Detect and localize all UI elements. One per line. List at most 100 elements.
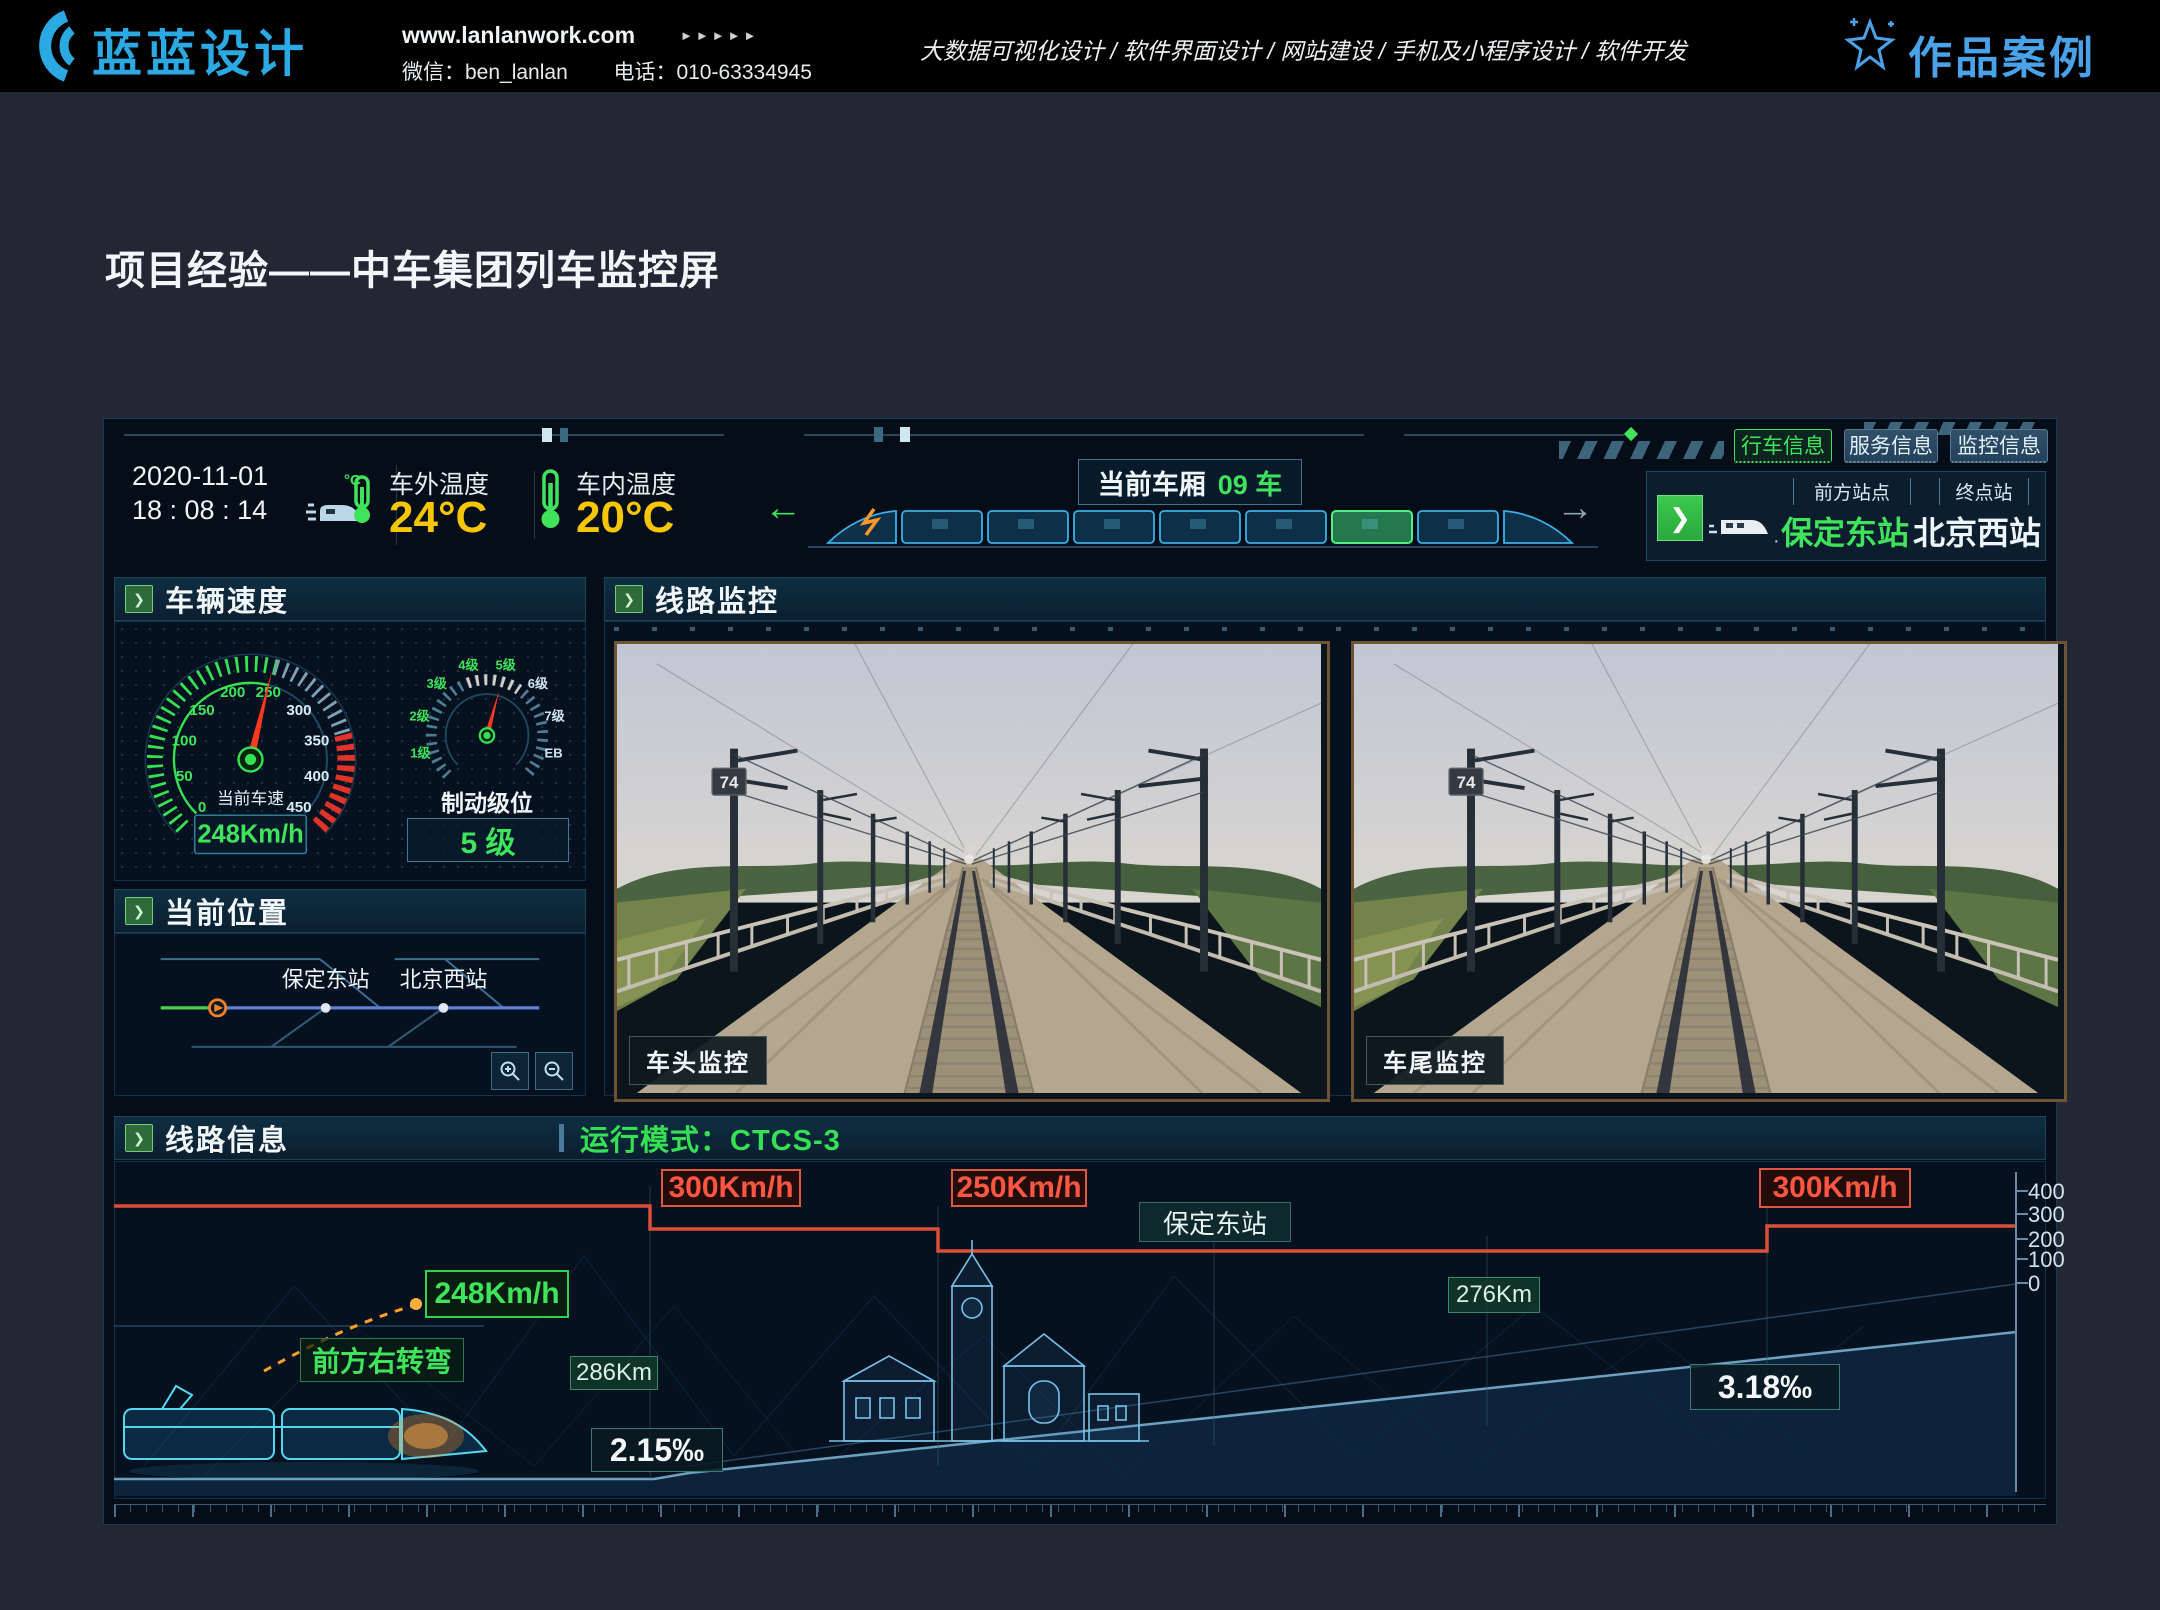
svg-text:300: 300 (286, 702, 311, 719)
panel-chevron-icon: ❯ (125, 585, 153, 613)
time-display: 18 : 08 : 14 (132, 493, 268, 527)
station-info-panel: ❯ · · · 前方站点 保定东站 · · · 终点站 北京西站 (1646, 471, 2046, 561)
svg-text:1级: 1级 (410, 746, 431, 761)
website-link[interactable]: www.lanlanwork.com (402, 22, 635, 49)
svg-text:保定东站: 保定东站 (282, 967, 370, 992)
inside-temp-value: 20°C (576, 493, 674, 543)
deco-line (1404, 434, 1624, 436)
train-wireframe-art (124, 1386, 486, 1480)
svg-text:6级: 6级 (528, 676, 549, 691)
km-marker-276: 276Km (1448, 1277, 1540, 1313)
brake-level-value: 5 级 (407, 818, 569, 862)
km-marker-286: 286Km (570, 1356, 658, 1390)
site-header: 蓝蓝设计 www.lanlanwork.com ►►►►► 微信：ben_lan… (0, 0, 2160, 92)
operation-mode: 运行模式：CTCS-3 (580, 1117, 841, 1159)
speed-panel-header: ❯ 车辆速度 (114, 577, 586, 621)
svg-text:150: 150 (189, 702, 214, 719)
zoom-in-icon (499, 1060, 521, 1082)
line-panel-title: 线路信息 (165, 1117, 289, 1159)
page-title: 项目经验——中车集团列车监控屏 (105, 238, 720, 296)
svg-text:50: 50 (176, 768, 193, 785)
next-station-label: 前方站点 (1793, 478, 1911, 505)
svg-text:当前车速: 当前车速 (217, 789, 284, 808)
terminal-station-label: 终点站 (1939, 478, 2029, 505)
tab-monitor-info[interactable]: 监控信息 (1950, 429, 2048, 463)
svg-text:5级: 5级 (495, 657, 516, 672)
carriage-label: 当前车厢 (1098, 463, 1206, 502)
portfolio-link[interactable]: 作品案例 (1908, 22, 2096, 86)
monitor-panel-title: 线路监控 (655, 578, 779, 620)
svg-text:3级: 3级 (426, 676, 447, 691)
outside-temp-value: 24°C (389, 493, 487, 543)
deco-diamond (1624, 427, 1638, 441)
elev-axis-0: 0 (2028, 1271, 2040, 1297)
brake-level-gauge: 1级 2级 3级 4级 5级 6级 7级 EB (397, 650, 577, 785)
train-monitor-dashboard: 2020-11-01 18 : 08 : 14 °C 车外温度 24°C 车内温… (103, 418, 2057, 1525)
deco-block (560, 428, 568, 442)
outside-temp-icon: °C (304, 469, 382, 531)
station-label-box: 保定东站 (1139, 1202, 1291, 1242)
deco-block (900, 427, 910, 442)
website-arrows-icon: ►►►►► (680, 28, 759, 43)
svg-text:400: 400 (304, 768, 329, 785)
svg-text:100: 100 (172, 733, 197, 750)
lanlan-logo-icon (16, 10, 84, 82)
terminal-station-value: 北京西站 (1907, 508, 2047, 554)
limit-box-300-2: 300Km/h (1759, 1168, 1911, 1208)
panel-chevron-icon: ❯ (125, 897, 153, 925)
train-carriages-graphic[interactable] (778, 499, 1628, 551)
head-camera-view[interactable]: 车头监控 (614, 641, 1330, 1102)
tab-service-info[interactable]: 服务信息 (1844, 429, 1938, 463)
brake-level-label: 制动级位 (407, 784, 567, 818)
tab-driving-info[interactable]: 行车信息 (1734, 429, 1832, 463)
position-panel-title: 当前位置 (165, 890, 289, 932)
next-station-value: 保定东站 (1775, 508, 1915, 554)
carriage-value: 09 车 (1218, 463, 1283, 502)
line-profile-graphic (114, 1166, 2046, 1496)
zoom-in-button[interactable] (491, 1052, 529, 1090)
monitor-panel-header: ❯ 线路监控 (604, 577, 2046, 621)
current-speed-box: 248Km/h (425, 1270, 569, 1318)
zoom-out-icon (543, 1060, 565, 1082)
svg-text:2级: 2级 (409, 708, 430, 723)
zoom-out-button[interactable] (535, 1052, 573, 1090)
deco-line (804, 434, 1364, 436)
tail-camera-view[interactable]: 车尾监控 (1351, 641, 2067, 1102)
wechat-text: 微信：ben_lanlan (402, 61, 568, 84)
logo-text: 蓝蓝设计 (92, 14, 308, 86)
panel-chevron-icon: ❯ (615, 585, 643, 613)
date-display: 2020-11-01 (132, 459, 268, 493)
tail-camera-label: 车尾监控 (1366, 1036, 1504, 1085)
deco-dotline (614, 627, 2038, 631)
panel-chevron-icon: ❯ (125, 1124, 153, 1152)
contact-info: 微信：ben_lanlan 电话：010-63334945 (402, 56, 812, 86)
small-train-icon (1709, 514, 1771, 540)
page: 蓝蓝设计 www.lanlanwork.com ►►►►► 微信：ben_lan… (0, 0, 2160, 1610)
gradient-box-215: 2.15‰ (591, 1428, 723, 1472)
head-camera-label: 车头监控 (629, 1036, 767, 1085)
phone-text: 电话：010-63334945 (613, 61, 811, 84)
go-chevron-button[interactable]: ❯ (1657, 495, 1703, 541)
deco-line (124, 434, 724, 436)
route-map: 保定东站 北京西站 (119, 938, 581, 1068)
limit-box-300-1: 300Km/h (661, 1169, 801, 1207)
head-camera-scene (617, 644, 1321, 1093)
star-icon (1842, 16, 1898, 74)
svg-text:248Km/h: 248Km/h (197, 820, 303, 848)
distance-ruler (114, 1504, 2046, 1519)
speed-panel-title: 车辆速度 (165, 578, 289, 620)
deco-block (874, 427, 883, 442)
tail-camera-scene (1354, 644, 2058, 1093)
speed-limit-line (114, 1206, 2016, 1251)
elev-axis-300: 300 (2028, 1202, 2065, 1228)
speed-panel-body: 0 50 100 150 200 250 300 350 400 450 当前车… (114, 621, 586, 881)
line-profile-chart: 300Km/h 250Km/h 300Km/h 248Km/h 前方右转弯 28… (114, 1166, 2046, 1496)
limit-box-250: 250Km/h (951, 1169, 1087, 1207)
station-building-art (829, 1240, 1149, 1441)
svg-text:4级: 4级 (458, 657, 479, 672)
deco-hatch (1559, 441, 1724, 459)
svg-text:北京西站: 北京西站 (400, 967, 488, 992)
svg-text:EB: EB (545, 746, 563, 761)
svg-text:450: 450 (286, 799, 311, 816)
line-panel-header: ❯ 线路信息 运行模式：CTCS-3 (114, 1116, 2046, 1160)
